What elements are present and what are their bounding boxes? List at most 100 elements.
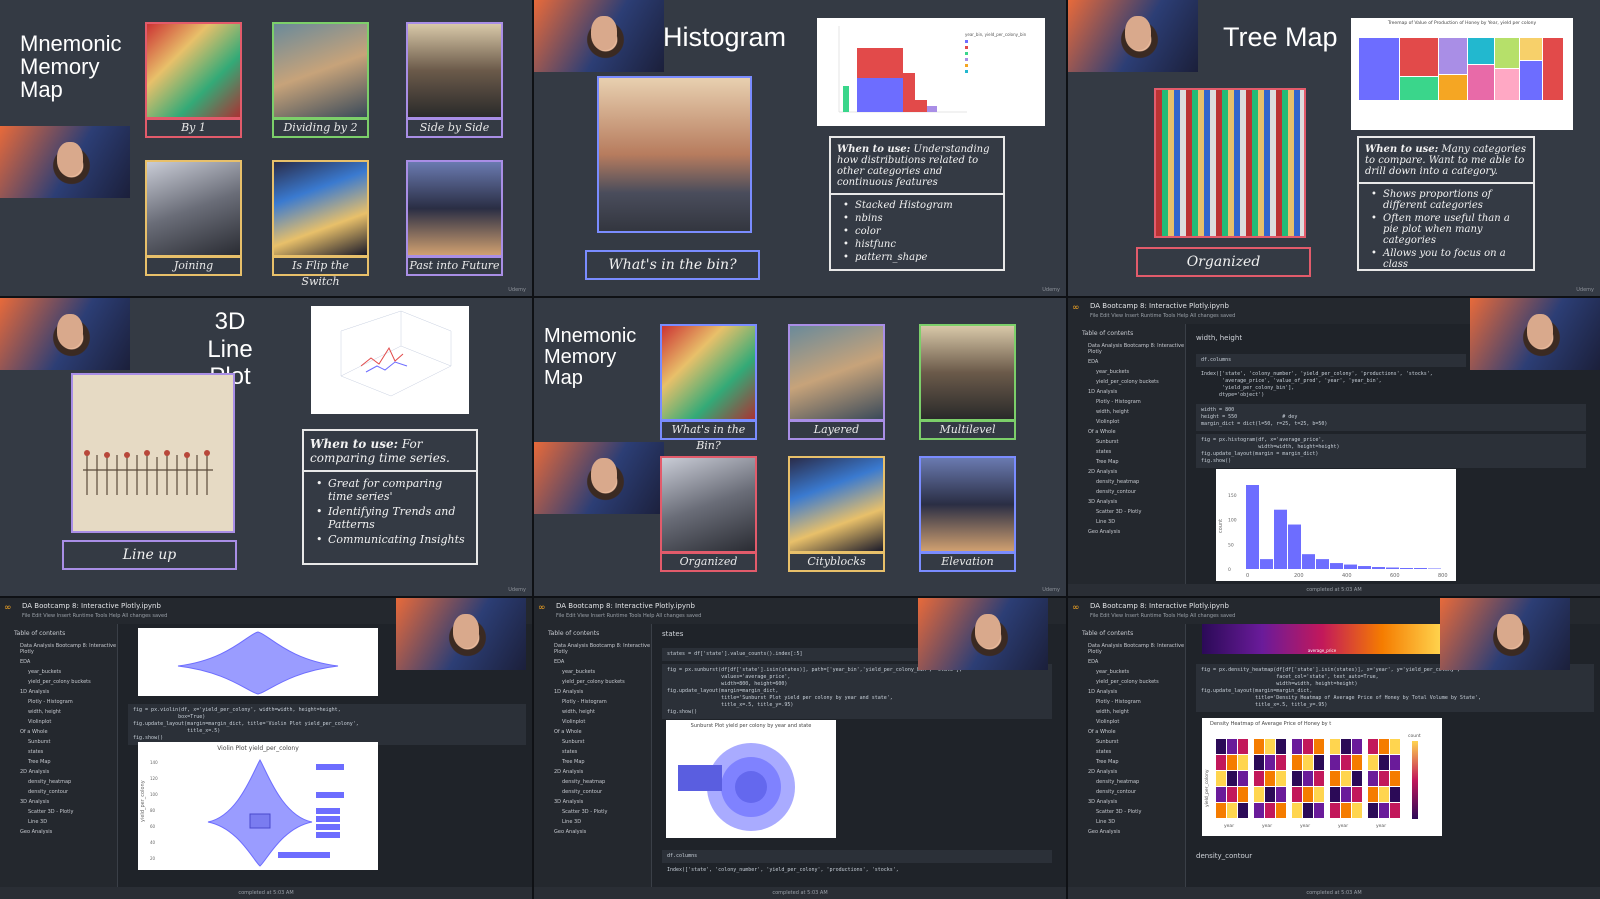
notebook-menu[interactable]: File Edit View Insert Runtime Tools Help… <box>1090 613 1235 619</box>
toc-item[interactable]: yield_per_colony buckets <box>0 677 117 687</box>
code-cell[interactable]: states = df['state'].value_counts().inde… <box>662 648 932 661</box>
toc-item[interactable]: Tree Map <box>1068 757 1185 767</box>
toc-item[interactable]: 1D Analysis <box>1068 687 1185 697</box>
y-tick-label: 0 <box>1228 567 1231 573</box>
toc-item[interactable]: Violinplot <box>1068 417 1185 427</box>
toc-item[interactable]: 2D Analysis <box>1068 467 1185 477</box>
toc-item[interactable]: Scatter 3D - Plotly <box>1068 807 1185 817</box>
toc-item[interactable]: Violinplot <box>534 717 651 727</box>
toc-item[interactable]: Data Analysis Bootcamp 8: Interactive Pl… <box>1068 641 1185 657</box>
toc-item[interactable]: year_buckets <box>1068 367 1185 377</box>
toc-item[interactable]: 3D Analysis <box>0 797 117 807</box>
toc-item[interactable]: density_contour <box>1068 487 1185 497</box>
toc-item[interactable]: EDA <box>0 657 117 667</box>
notebook-menu[interactable]: File Edit View Insert Runtime Tools Help… <box>1090 313 1235 319</box>
toc-item[interactable]: Tree Map <box>1068 457 1185 467</box>
toc-item[interactable]: width, height <box>0 707 117 717</box>
toc-item[interactable]: Sunburst <box>534 737 651 747</box>
toc-item[interactable]: 1D Analysis <box>534 687 651 697</box>
notebook-menu[interactable]: File Edit View Insert Runtime Tools Help… <box>22 613 167 619</box>
toc-item[interactable]: density_contour <box>1068 787 1185 797</box>
toc-item[interactable]: Tree Map <box>0 757 117 767</box>
toc-item[interactable]: Violinplot <box>1068 717 1185 727</box>
toc-item[interactable]: Violinplot <box>0 717 117 727</box>
toc-item[interactable]: density_heatmap <box>1068 477 1185 487</box>
presenter-webcam <box>1470 298 1600 370</box>
toc-item[interactable]: Line 3D <box>1068 817 1185 827</box>
notebook-filename[interactable]: DA Bootcamp 8: Interactive Plotly.ipynb <box>556 602 695 610</box>
toc-item[interactable]: states <box>534 747 651 757</box>
toc-item[interactable]: density_contour <box>0 787 117 797</box>
toc-item[interactable]: Plotly - Histogram <box>1068 697 1185 707</box>
notebook-filename[interactable]: DA Bootcamp 8: Interactive Plotly.ipynb <box>22 602 161 610</box>
toc-item[interactable]: density_heatmap <box>0 777 117 787</box>
toc-item[interactable]: Scatter 3D - Plotly <box>534 807 651 817</box>
p1-tile-image <box>145 22 242 119</box>
toc-item[interactable]: Sunburst <box>0 737 117 747</box>
toc-item[interactable]: Sunburst <box>1068 737 1185 747</box>
toc-item[interactable]: Geo Analysis <box>1068 527 1185 537</box>
toc-item[interactable]: width, height <box>534 707 651 717</box>
notebook-filename[interactable]: DA Bootcamp 8: Interactive Plotly.ipynb <box>1090 302 1229 310</box>
bullet-list: Shows proportions of different categorie… <box>1365 189 1527 270</box>
toc-item[interactable]: EDA <box>1068 357 1185 367</box>
toc-item[interactable]: EDA <box>534 657 651 667</box>
code-cell[interactable]: df.columns <box>662 850 1052 863</box>
sunburst-output-chart: Sunburst Plot yield per colony by year a… <box>666 720 836 838</box>
toc-item[interactable]: Data Analysis Bootcamp 8: Interactive Pl… <box>534 641 651 657</box>
colab-logo-icon: ∞ <box>1072 603 1080 613</box>
notebook-sunburst-screen: ∞ DA Bootcamp 8: Interactive Plotly.ipyn… <box>534 598 1066 899</box>
code-cell[interactable]: df.columns <box>1196 354 1466 367</box>
toc-item[interactable]: 2D Analysis <box>0 767 117 777</box>
toc-item[interactable]: Of a Whole <box>0 727 117 737</box>
toc-item[interactable]: year_buckets <box>1068 667 1185 677</box>
toc-item[interactable]: 3D Analysis <box>1068 797 1185 807</box>
toc-item[interactable]: Sunburst <box>1068 437 1185 447</box>
code-cell[interactable]: width = 800 height = 550 # dey margin_di… <box>1196 404 1586 431</box>
toc-item[interactable]: Geo Analysis <box>0 827 117 837</box>
code-cell[interactable]: fig = px.violin(df, x='yield_per_colony'… <box>128 704 526 745</box>
toc-item[interactable]: Scatter 3D - Plotly <box>0 807 117 817</box>
toc-item[interactable]: yield_per_colony buckets <box>1068 677 1185 687</box>
toc-item[interactable]: Of a Whole <box>1068 727 1185 737</box>
code-cell[interactable]: fig = px.sunburst(df[df['state'].isin(st… <box>662 664 1052 719</box>
toc-item[interactable]: Of a Whole <box>534 727 651 737</box>
notebook-menu[interactable]: File Edit View Insert Runtime Tools Help… <box>556 613 701 619</box>
toc-item[interactable]: Data Analysis Bootcamp 8: Interactive Pl… <box>0 641 117 657</box>
toc-item[interactable]: Scatter 3D - Plotly <box>1068 507 1185 517</box>
toc-item[interactable]: 3D Analysis <box>1068 497 1185 507</box>
toc-item[interactable]: 3D Analysis <box>534 797 651 807</box>
toc-item[interactable]: year_buckets <box>534 667 651 677</box>
notebook-filename[interactable]: DA Bootcamp 8: Interactive Plotly.ipynb <box>1090 602 1229 610</box>
toc-item[interactable]: Plotly - Histogram <box>534 697 651 707</box>
toc-item[interactable]: density_contour <box>534 787 651 797</box>
toc-item[interactable]: 2D Analysis <box>1068 767 1185 777</box>
toc-item[interactable]: states <box>1068 447 1185 457</box>
toc-item[interactable]: 2D Analysis <box>534 767 651 777</box>
toc-item[interactable]: Plotly - Histogram <box>0 697 117 707</box>
toc-item[interactable]: width, height <box>1068 707 1185 717</box>
toc-item[interactable]: density_heatmap <box>534 777 651 787</box>
toc-item[interactable]: Line 3D <box>534 817 651 827</box>
code-cell[interactable]: fig = px.histogram(df, x='average_price'… <box>1196 434 1586 468</box>
toc-item[interactable]: Line 3D <box>0 817 117 827</box>
toc-item[interactable]: Data Analysis Bootcamp 8: Interactive Pl… <box>1068 341 1185 357</box>
toc-item[interactable]: Of a Whole <box>1068 427 1185 437</box>
toc-item[interactable]: EDA <box>1068 657 1185 667</box>
toc-item[interactable]: Geo Analysis <box>534 827 651 837</box>
toc-item[interactable]: yield_per_colony buckets <box>1068 377 1185 387</box>
code-cell[interactable]: fig = px.density_heatmap(df[df['state'].… <box>1196 664 1594 712</box>
toc-item[interactable]: density_heatmap <box>1068 777 1185 787</box>
toc-item[interactable]: Plotly - Histogram <box>1068 397 1185 407</box>
caption-whats-in-bin: What's in the bin? <box>585 250 760 280</box>
toc-item[interactable]: Line 3D <box>1068 517 1185 527</box>
toc-item[interactable]: 1D Analysis <box>1068 387 1185 397</box>
toc-item[interactable]: states <box>1068 747 1185 757</box>
toc-item[interactable]: width, height <box>1068 407 1185 417</box>
toc-item[interactable]: 1D Analysis <box>0 687 117 697</box>
toc-item[interactable]: year_buckets <box>0 667 117 677</box>
toc-item[interactable]: Geo Analysis <box>1068 827 1185 837</box>
toc-item[interactable]: yield_per_colony buckets <box>534 677 651 687</box>
toc-item[interactable]: states <box>0 747 117 757</box>
toc-item[interactable]: Tree Map <box>534 757 651 767</box>
